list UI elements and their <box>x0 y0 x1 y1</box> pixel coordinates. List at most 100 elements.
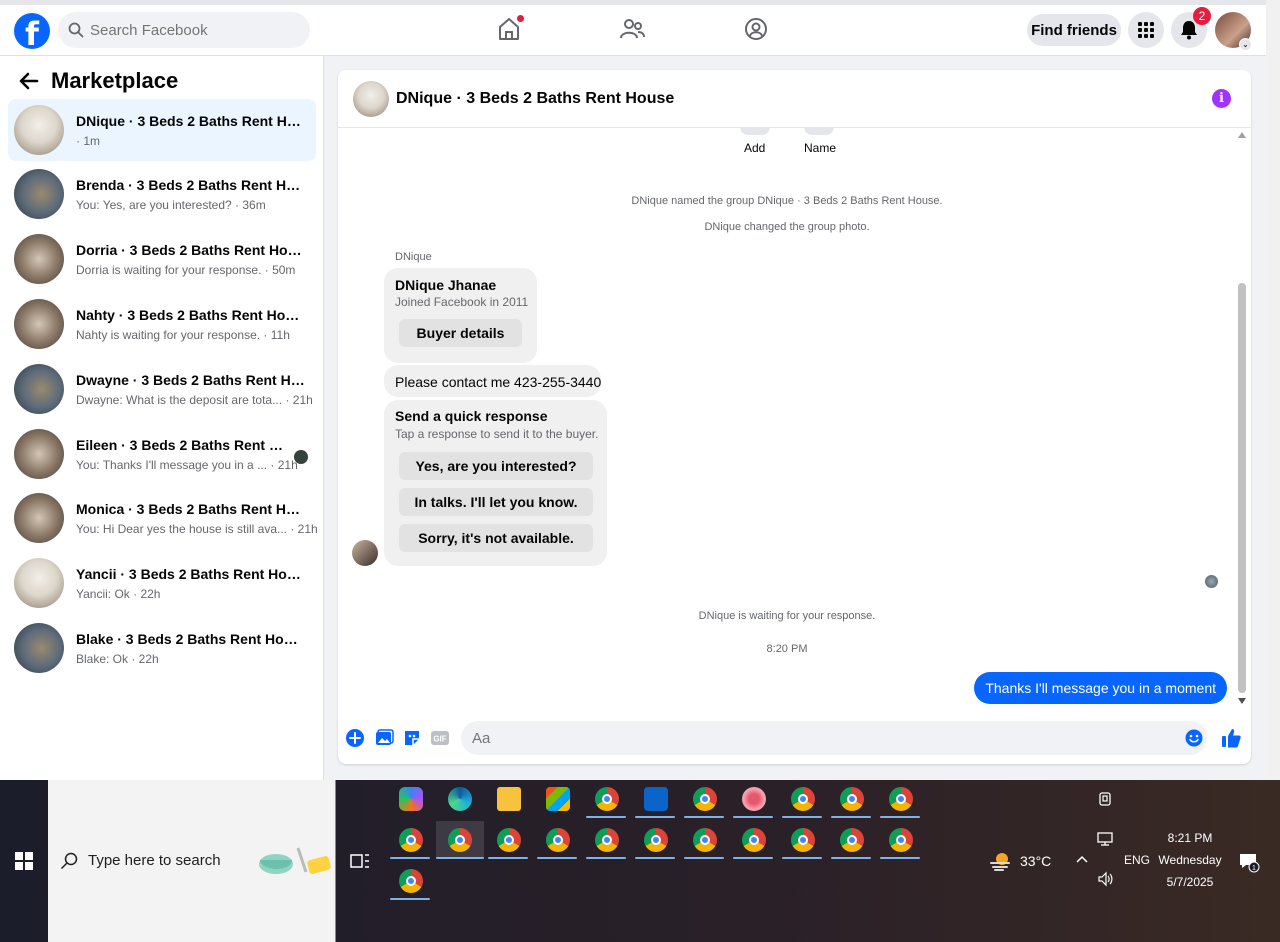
info-icon[interactable]: i <box>1212 89 1231 108</box>
conversation-item[interactable]: Blake · 3 Beds 2 Baths Rent House Blake:… <box>8 617 316 679</box>
taskbar-search-placeholder: Type here to search <box>88 852 221 869</box>
chrome-app[interactable] <box>880 780 920 818</box>
chrome-icon <box>840 787 864 811</box>
running-indicator <box>537 857 577 859</box>
conversation-name: Dwayne · 3 Beds 2 Baths Rent House <box>76 372 306 388</box>
buyer-details-button[interactable]: Buyer details <box>399 319 522 347</box>
chrome-app[interactable] <box>537 821 577 859</box>
store-icon <box>546 787 570 811</box>
clock-day[interactable]: Wednesday <box>1158 853 1222 867</box>
notification-center-icon[interactable]: 1 <box>1238 851 1260 873</box>
plus-circle-icon[interactable] <box>345 728 365 748</box>
clock-time[interactable]: 8:21 PM <box>1160 831 1220 845</box>
windows-taskbar: Type here to search 33°C ENG 8:21 PM Wed… <box>0 780 1280 942</box>
gif-icon[interactable]: GIF <box>430 728 450 748</box>
chrome-icon <box>399 828 423 852</box>
chrome-icon <box>595 828 619 852</box>
quick-response-option[interactable]: Yes, are you interested? <box>399 452 593 480</box>
weather-temperature[interactable]: 33°C <box>1020 853 1051 869</box>
volume-icon[interactable] <box>1097 871 1113 887</box>
chat-title[interactable]: DNique · 3 Beds 2 Baths Rent House <box>396 90 674 108</box>
conversation-name: Monica · 3 Beds 2 Baths Rent House <box>76 501 306 517</box>
page-title: Marketplace <box>51 68 179 93</box>
weather-icon[interactable] <box>989 850 1013 872</box>
conversation-item[interactable]: Monica · 3 Beds 2 Baths Rent House You: … <box>8 487 318 549</box>
outlook-app[interactable] <box>635 780 675 818</box>
taskbar-search[interactable]: Type here to search <box>48 780 336 942</box>
chrome-app[interactable] <box>684 780 724 818</box>
chevron-down-icon[interactable]: ⌄ <box>1239 38 1252 51</box>
quick-response-option[interactable]: Sorry, it's not available. <box>399 524 593 552</box>
scroll-down-arrow-icon[interactable] <box>1238 698 1246 704</box>
windows-start-icon[interactable] <box>15 852 33 870</box>
chat-scrollbar[interactable] <box>1236 130 1250 708</box>
running-indicator <box>635 857 675 859</box>
chrome-app[interactable] <box>390 862 430 900</box>
conversation-item[interactable]: Yancii · 3 Beds 2 Baths Rent House Yanci… <box>8 552 316 614</box>
chrome-app[interactable] <box>390 821 430 859</box>
conversation-name: Dorria · 3 Beds 2 Baths Rent House <box>76 242 306 258</box>
running-indicator <box>684 816 724 818</box>
meet-now-icon[interactable] <box>1097 791 1113 807</box>
network-icon[interactable] <box>1097 831 1113 847</box>
page-scrollbar[interactable] <box>1266 0 1280 780</box>
conversation-item[interactable]: Nahty · 3 Beds 2 Baths Rent House Nahty … <box>8 293 316 355</box>
clock-date[interactable]: 5/7/2025 <box>1160 875 1220 889</box>
conversation-item[interactable]: DNique · 3 Beds 2 Baths Rent House · 1m <box>8 99 316 161</box>
running-indicator <box>586 816 626 818</box>
chat-header: DNique · 3 Beds 2 Baths Rent House i <box>338 70 1251 128</box>
thumbs-up-icon[interactable] <box>1220 727 1242 749</box>
listing-thumbnail <box>14 105 64 155</box>
chrome-app[interactable] <box>782 821 822 859</box>
system-message: DNique changed the group photo. <box>704 221 870 233</box>
chrome-app[interactable] <box>586 780 626 818</box>
menu-button[interactable] <box>1128 12 1164 48</box>
chrome-app[interactable] <box>831 780 871 818</box>
find-friends-button[interactable]: Find friends <box>1027 14 1121 46</box>
conversation-item[interactable]: Eileen · 3 Beds 2 Baths Rent Hou... You:… <box>8 423 316 485</box>
friends-icon[interactable] <box>617 14 647 44</box>
chrome-app[interactable] <box>488 821 528 859</box>
language-indicator[interactable]: ENG <box>1124 853 1150 867</box>
conversation-item[interactable]: Dwayne · 3 Beds 2 Baths Rent House Dwayn… <box>8 358 316 420</box>
scrollbar-thumb[interactable] <box>1238 283 1246 693</box>
name-group-button[interactable] <box>804 127 834 135</box>
edge-icon <box>448 787 472 811</box>
task-view-icon[interactable] <box>350 851 370 871</box>
edge-app[interactable] <box>439 780 479 818</box>
chevron-up-icon[interactable] <box>1074 852 1090 868</box>
add-member-button[interactable] <box>740 127 770 135</box>
copilot-app[interactable] <box>390 780 430 818</box>
photo-icon[interactable] <box>374 728 394 748</box>
chrome-app-active[interactable] <box>436 821 484 859</box>
sticker-icon[interactable] <box>402 728 422 748</box>
quick-response-option[interactable]: In talks. I'll let you know. <box>399 488 593 516</box>
groups-icon[interactable] <box>741 14 771 44</box>
chrome-app[interactable] <box>782 780 822 818</box>
conversation-item[interactable]: Dorria · 3 Beds 2 Baths Rent House Dorri… <box>8 228 316 290</box>
chrome-icon <box>791 828 815 852</box>
chrome-app[interactable] <box>880 821 920 859</box>
search-input[interactable] <box>90 12 300 48</box>
chrome-app[interactable] <box>586 821 626 859</box>
chrome-app[interactable] <box>684 821 724 859</box>
message-input[interactable] <box>461 721 1207 755</box>
chrome-app[interactable] <box>733 821 773 859</box>
microsoft-store-app[interactable] <box>537 780 577 818</box>
file-explorer-app[interactable] <box>488 780 528 818</box>
conversation-preview: Blake: Ok · 22h <box>76 652 159 666</box>
name-group-label: Name <box>804 141 837 155</box>
search-box[interactable] <box>58 12 310 48</box>
sender-avatar[interactable] <box>352 540 378 566</box>
chrome-app[interactable] <box>831 821 871 859</box>
chrome-app[interactable] <box>635 821 675 859</box>
back-arrow-icon[interactable] <box>18 70 40 92</box>
search-icon <box>60 852 78 870</box>
emoji-icon[interactable] <box>1185 729 1203 747</box>
svg-text:1: 1 <box>1252 865 1256 872</box>
scroll-up-arrow-icon[interactable] <box>1238 132 1246 138</box>
conversation-item[interactable]: Brenda · 3 Beds 2 Baths Rent House You: … <box>8 163 316 225</box>
facebook-logo-icon[interactable]: f <box>14 13 50 49</box>
snipping-tool-app[interactable] <box>733 780 773 818</box>
group-photo[interactable] <box>353 81 389 117</box>
